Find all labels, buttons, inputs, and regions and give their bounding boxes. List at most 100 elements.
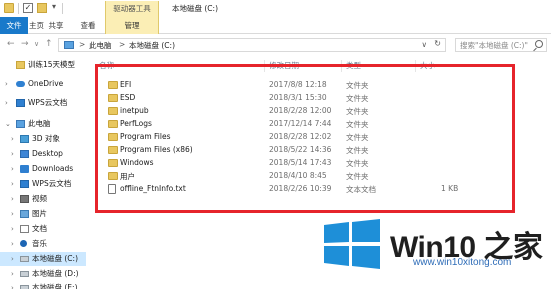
column-header-type[interactable]: 类型 [346, 60, 361, 71]
chevron-right-icon[interactable]: › [11, 252, 14, 266]
breadcrumb-this-pc[interactable]: 此电脑 [89, 40, 112, 51]
address-bar-row: ← → ∨ ↑ > 此电脑 > 本地磁盘 (C:) ∨ ↻ 搜索"本地磁盘 (C… [0, 35, 551, 55]
sidebar-item-onedrive[interactable]: › OneDrive [0, 77, 86, 91]
file-row-windows[interactable]: Windows 2018/5/14 17:43 文件夹 [86, 157, 551, 170]
file-date: 2018/4/10 8:45 [269, 171, 327, 180]
sidebar-item-drive-c[interactable]: › 本地磁盘 (C:) [0, 252, 86, 266]
chevron-right-icon[interactable]: › [11, 132, 14, 146]
recent-locations-icon[interactable]: ∨ [34, 40, 39, 48]
breadcrumb-separator[interactable]: > [79, 40, 85, 49]
tab-view[interactable]: 查看 [77, 17, 99, 34]
wps-icon [20, 180, 29, 188]
sidebar-item-videos[interactable]: › 视频 [0, 192, 86, 206]
chevron-right-icon[interactable]: › [11, 192, 14, 206]
folder-icon [108, 159, 118, 167]
address-input[interactable]: > 此电脑 > 本地磁盘 (C:) ∨ ↻ [58, 38, 446, 52]
chevron-down-icon[interactable]: ⌄ [5, 117, 11, 131]
sidebar-item-label: 训练15天模型 [28, 60, 76, 69]
chevron-right-icon[interactable]: › [11, 281, 14, 289]
column-divider[interactable] [341, 60, 342, 72]
checkbox-icon[interactable]: ✓ [23, 3, 33, 13]
file-name: inetpub [120, 106, 149, 115]
file-row-offline-ftninfo[interactable]: offline_FtnInfo.txt 2018/2/26 10:39 文本文档… [86, 183, 551, 196]
up-arrow-icon[interactable]: ↑ [45, 39, 53, 49]
text-file-icon [108, 184, 116, 194]
chevron-right-icon[interactable]: › [11, 237, 14, 251]
folder-icon[interactable] [4, 3, 14, 13]
sidebar-item-drive-d[interactable]: › 本地磁盘 (D:) [0, 267, 86, 281]
file-date: 2018/2/26 10:39 [269, 184, 332, 193]
forward-arrow-icon[interactable]: → [21, 39, 29, 49]
column-header-name[interactable]: 名称 [99, 60, 114, 71]
file-date: 2017/12/14 7:44 [269, 119, 332, 128]
sidebar-item-label: Downloads [32, 164, 74, 173]
sidebar-item-wps-cloud[interactable]: › WPS云文档 [0, 96, 86, 110]
sidebar-item-music[interactable]: › 音乐 [0, 237, 86, 251]
sidebar-item-pictures[interactable]: › 图片 [0, 207, 86, 221]
file-row-esd[interactable]: ESD 2018/3/1 15:30 文件夹 [86, 92, 551, 105]
column-header-size[interactable]: 大小 [420, 60, 435, 71]
chevron-right-icon[interactable]: › [11, 222, 14, 236]
file-name: 用户 [120, 172, 135, 181]
sidebar-item-label: 3D 对象 [32, 134, 60, 143]
sidebar-item-label: WPS云文档 [32, 179, 72, 188]
breadcrumb-drive-c[interactable]: 本地磁盘 (C:) [129, 40, 175, 51]
file-row-program-files[interactable]: Program Files 2018/2/28 12:02 文件夹 [86, 131, 551, 144]
desktop-icon [20, 150, 29, 158]
pc-icon [64, 41, 74, 49]
chevron-right-icon[interactable]: › [11, 147, 14, 161]
sidebar-item-label: OneDrive [28, 79, 64, 88]
drive-icon [20, 256, 29, 262]
column-divider[interactable] [264, 60, 265, 72]
search-input[interactable]: 搜索"本地磁盘 (C:)" [455, 38, 547, 52]
sidebar-item-label: WPS云文档 [28, 98, 68, 107]
3d-objects-icon [20, 135, 29, 143]
sidebar-item-desktop[interactable]: › Desktop [0, 147, 86, 161]
sidebar-item-downloads[interactable]: › Downloads [0, 162, 86, 176]
chevron-right-icon[interactable]: › [11, 267, 14, 281]
sidebar-item-training-folder[interactable]: 训练15天模型 [0, 58, 86, 72]
sidebar-item-this-pc[interactable]: ⌄ 此电脑 [0, 117, 86, 131]
chevron-down-icon[interactable]: ∨ [422, 40, 428, 49]
file-date: 2017/8/8 12:18 [269, 80, 327, 89]
file-row-users[interactable]: 用户 2018/4/10 8:45 文件夹 [86, 170, 551, 183]
file-type: 文件夹 [346, 159, 369, 168]
refresh-icon[interactable]: ↻ [434, 39, 441, 48]
chevron-right-icon[interactable]: › [11, 177, 14, 191]
file-date: 2018/2/28 12:02 [269, 132, 332, 141]
file-type: 文件夹 [346, 120, 369, 129]
file-type: 文件夹 [346, 94, 369, 103]
sidebar-item-documents[interactable]: › 文档 [0, 222, 86, 236]
chevron-right-icon[interactable]: › [11, 207, 14, 221]
file-type: 文件夹 [346, 81, 369, 90]
file-row-perflogs[interactable]: PerfLogs 2017/12/14 7:44 文件夹 [86, 118, 551, 131]
back-arrow-icon[interactable]: ← [7, 39, 15, 49]
sidebar-item-wps-cloud-docs[interactable]: › WPS云文档 [0, 177, 86, 191]
sidebar-item-3d-objects[interactable]: › 3D 对象 [0, 132, 86, 146]
tab-file[interactable]: 文件 [0, 17, 28, 34]
chevron-right-icon[interactable]: › [5, 77, 8, 91]
breadcrumb-separator[interactable]: > [119, 40, 125, 49]
chevron-right-icon[interactable]: › [11, 162, 14, 176]
tab-manage[interactable]: 管理 [105, 17, 159, 34]
tab-home[interactable]: 主页 [28, 17, 45, 34]
chevron-right-icon[interactable]: › [5, 96, 8, 110]
new-folder-icon[interactable] [37, 3, 47, 13]
file-row-efi[interactable]: EFI 2017/8/8 12:18 文件夹 [86, 79, 551, 92]
column-header-date[interactable]: 修改日期 [269, 60, 299, 71]
drive-icon [20, 271, 29, 277]
sidebar-item-drive-e[interactable]: › 本地磁盘 (E:) [0, 281, 86, 289]
file-type: 文件夹 [346, 146, 369, 155]
document-icon [20, 225, 29, 233]
chevron-down-icon[interactable]: ▾ [52, 2, 56, 11]
folder-icon [108, 120, 118, 128]
sidebar-item-label: 本地磁盘 (C:) [32, 254, 78, 263]
file-date: 2018/5/22 14:36 [269, 145, 332, 154]
file-row-program-files-x86[interactable]: Program Files (x86) 2018/5/22 14:36 文件夹 [86, 144, 551, 157]
tab-share[interactable]: 共享 [45, 17, 67, 34]
column-divider[interactable] [415, 60, 416, 72]
file-name: Program Files (x86) [120, 145, 193, 154]
music-icon [20, 240, 27, 247]
navigation-pane: 训练15天模型 › OneDrive › WPS云文档 ⌄ 此电脑 › 3D 对… [0, 55, 86, 289]
file-row-inetpub[interactable]: inetpub 2018/2/28 12:00 文件夹 [86, 105, 551, 118]
